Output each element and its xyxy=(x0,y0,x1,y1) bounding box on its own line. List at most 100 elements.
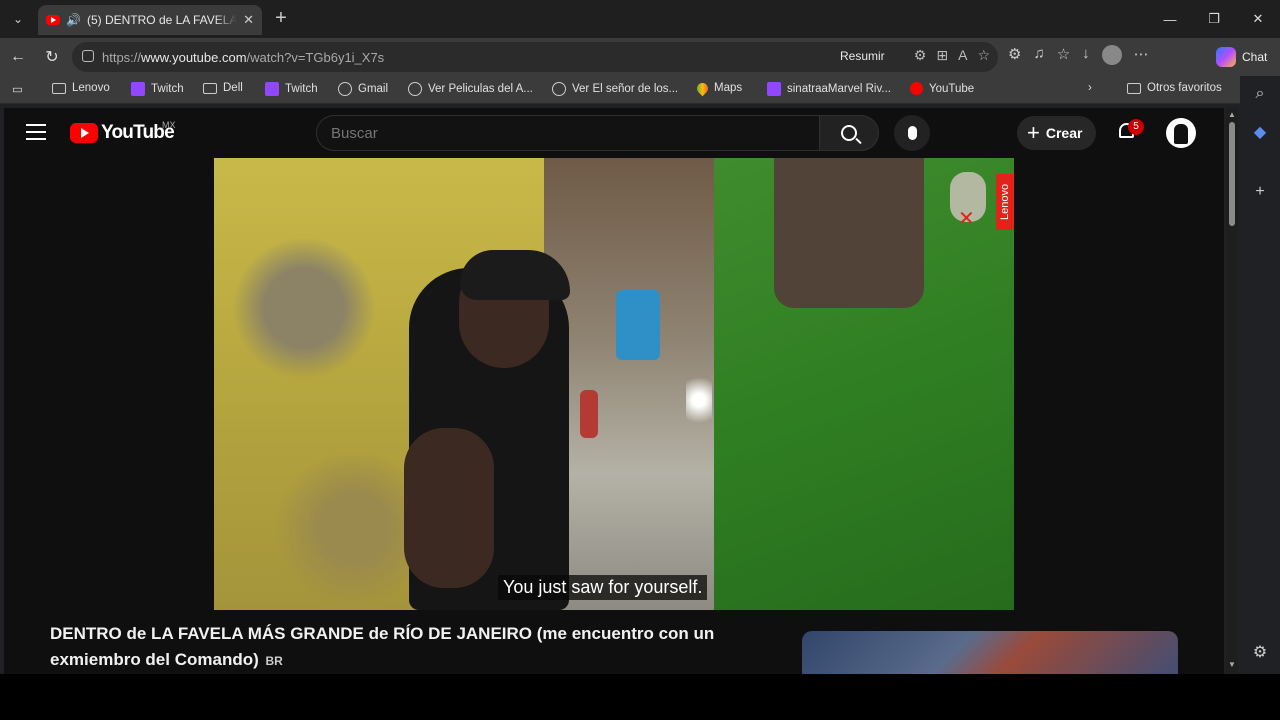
bookmark-dell[interactable]: Dell xyxy=(203,82,243,94)
bookmark-lenovo[interactable]: Lenovo xyxy=(52,82,110,94)
create-button[interactable]: + Crear xyxy=(1017,116,1097,150)
extensions-icon[interactable]: ⚙ xyxy=(1008,45,1021,65)
youtube-header: YouTube MX + Crear 5 xyxy=(4,108,1224,158)
media-control-icon[interactable]: ♫ xyxy=(1033,45,1044,65)
microphone-icon xyxy=(907,126,917,140)
back-arrow-icon[interactable]: ← xyxy=(6,45,30,69)
page-scrollbar[interactable]: ▲ ▼ xyxy=(1226,108,1238,674)
youtube-logo[interactable]: YouTube xyxy=(70,122,175,144)
globe-icon xyxy=(552,82,566,96)
sidebar-add-icon[interactable]: + xyxy=(1250,182,1270,202)
bookmark-other-favorites[interactable]: Otros favoritos xyxy=(1127,82,1222,94)
scroll-down-arrow-icon[interactable]: ▼ xyxy=(1228,660,1236,669)
plus-icon: + xyxy=(1027,120,1040,145)
bookmark-twitch[interactable]: Twitch xyxy=(131,82,184,96)
scroll-up-arrow-icon[interactable]: ▲ xyxy=(1228,110,1236,119)
account-avatar[interactable] xyxy=(1166,118,1196,148)
close-window-icon[interactable]: ✕ xyxy=(1236,0,1280,38)
sidebar-search-icon[interactable]: ⌕ xyxy=(1250,84,1270,104)
menu-hamburger-icon[interactable] xyxy=(26,124,46,140)
site-info-icon[interactable] xyxy=(82,50,94,62)
search-input[interactable] xyxy=(331,125,801,142)
copilot-icon xyxy=(1216,47,1236,67)
favorites-icon[interactable]: ☆ xyxy=(1057,45,1070,65)
browser-window: ⌄ 🔊 (5) DENTRO de LA FAVELA MÁS GRANDE d… xyxy=(0,0,1280,674)
sidebar-shopping-tag-icon[interactable]: ◆ xyxy=(1250,122,1270,142)
video-frame-light xyxy=(686,370,712,430)
toolbar-icons: ⚙ ♫ ☆ ↓ ⋯ xyxy=(1008,45,1149,65)
bookmarks-bar: ▭ Lenovo Twitch Dell Twitch Gmail Ver Pe… xyxy=(0,76,1240,104)
navigation-bar: ← ↻ https://www.youtube.com/watch?v=TGb6… xyxy=(0,38,1280,76)
bookmark-senor[interactable]: Ver El señor de los... xyxy=(552,82,678,96)
bookmark-maps[interactable]: Maps xyxy=(694,80,742,96)
favorite-star-icon[interactable]: ☆ xyxy=(977,47,990,64)
maps-icon xyxy=(694,80,711,96)
video-caption: You just saw for yourself. xyxy=(498,575,708,600)
folder-icon xyxy=(203,82,217,94)
video-frame-person xyxy=(580,390,598,438)
twitch-icon xyxy=(767,82,781,96)
notifications-bell-icon[interactable]: 5 xyxy=(1116,119,1144,143)
create-label: Crear xyxy=(1045,125,1083,141)
globe-icon xyxy=(408,82,422,96)
country-code: MX xyxy=(162,120,176,130)
video-frame-barrel xyxy=(616,290,660,360)
bookmark-gmail[interactable]: Gmail xyxy=(338,82,388,96)
speaker-icon[interactable]: 🔊 xyxy=(66,13,81,27)
folder-icon xyxy=(1127,82,1141,94)
copilot-summarize-icon[interactable]: ⚙ xyxy=(914,47,927,64)
folder-icon xyxy=(52,82,66,94)
downloads-icon[interactable]: ↓ xyxy=(1082,45,1090,65)
read-aloud-icon[interactable]: A xyxy=(958,47,967,64)
video-frame-cap xyxy=(460,250,570,300)
bookmark-twitch-2[interactable]: Twitch xyxy=(265,82,318,96)
country-tag: BR xyxy=(265,654,283,668)
more-options-icon[interactable]: ⋯ xyxy=(1134,45,1149,65)
video-frame-arm xyxy=(404,428,494,588)
profile-icon[interactable] xyxy=(1101,45,1122,65)
close-tab-icon[interactable]: ✕ xyxy=(243,12,254,28)
tab-title: (5) DENTRO de LA FAVELA MÁS GRANDE de RÍ… xyxy=(86,13,237,27)
twitch-icon xyxy=(265,82,279,96)
twitch-icon xyxy=(131,82,145,96)
new-tab-plus-icon[interactable]: + xyxy=(270,8,292,30)
suggested-video-thumbnail[interactable] xyxy=(802,631,1178,674)
search-button[interactable] xyxy=(819,115,879,151)
video-title: DENTRO de LA FAVELA MÁS GRANDE de RÍO DE… xyxy=(50,624,715,669)
sidebar-settings-gear-icon[interactable]: ⚙ xyxy=(1250,642,1270,662)
bookmark-sinatraa[interactable]: sinatraaMarvel Riv... xyxy=(767,82,891,96)
address-bar-icons: ⚙ ⊞ A ☆ xyxy=(914,47,990,64)
copilot-chat-button[interactable]: Chat xyxy=(1210,44,1273,70)
tab-strip: ⌄ 🔊 (5) DENTRO de LA FAVELA MÁS GRANDE d… xyxy=(0,0,1280,38)
app-available-icon[interactable]: ⊞ xyxy=(936,47,948,64)
voice-search-button[interactable] xyxy=(894,115,930,151)
youtube-page: YouTube MX + Crear 5 xyxy=(4,108,1224,674)
sponsor-tag: Lenovo xyxy=(996,174,1014,230)
tab-actions-icon[interactable]: ▭ xyxy=(12,82,23,96)
edge-sidebar: ⌕ ◆ + ⚙ xyxy=(1240,76,1280,674)
active-tab[interactable]: 🔊 (5) DENTRO de LA FAVELA MÁS GRANDE de … xyxy=(38,5,262,35)
url-text[interactable]: https://www.youtube.com/watch?v=TGb6y1i_… xyxy=(102,50,384,65)
summarize-button[interactable]: Resumir xyxy=(840,49,885,63)
youtube-favicon-icon xyxy=(46,15,60,25)
chat-label: Chat xyxy=(1242,50,1268,64)
bookmarks-overflow-chevron-icon[interactable]: › xyxy=(1088,82,1092,94)
bookmark-peliculas[interactable]: Ver Peliculas del A... xyxy=(408,82,533,96)
notification-badge: 5 xyxy=(1128,119,1144,135)
search-icon xyxy=(841,125,857,141)
globe-icon xyxy=(338,82,352,96)
minimize-icon[interactable]: — xyxy=(1148,0,1192,38)
youtube-icon xyxy=(910,82,923,95)
search-box[interactable] xyxy=(316,115,820,151)
restore-icon[interactable]: ❐ xyxy=(1192,0,1236,38)
bookmark-youtube[interactable]: YouTube xyxy=(910,82,974,95)
video-player[interactable] xyxy=(214,158,1014,610)
refresh-icon[interactable]: ↻ xyxy=(40,45,64,69)
address-bar[interactable]: https://www.youtube.com/watch?v=TGb6y1i_… xyxy=(72,42,998,72)
youtube-play-icon xyxy=(70,123,98,143)
window-controls: — ❐ ✕ xyxy=(1148,0,1280,38)
tab-list-chevron-icon[interactable]: ⌄ xyxy=(6,7,30,31)
video-frame-stain xyxy=(234,238,374,378)
scroll-thumb[interactable] xyxy=(1229,122,1235,226)
video-frame-pipe xyxy=(774,158,924,308)
